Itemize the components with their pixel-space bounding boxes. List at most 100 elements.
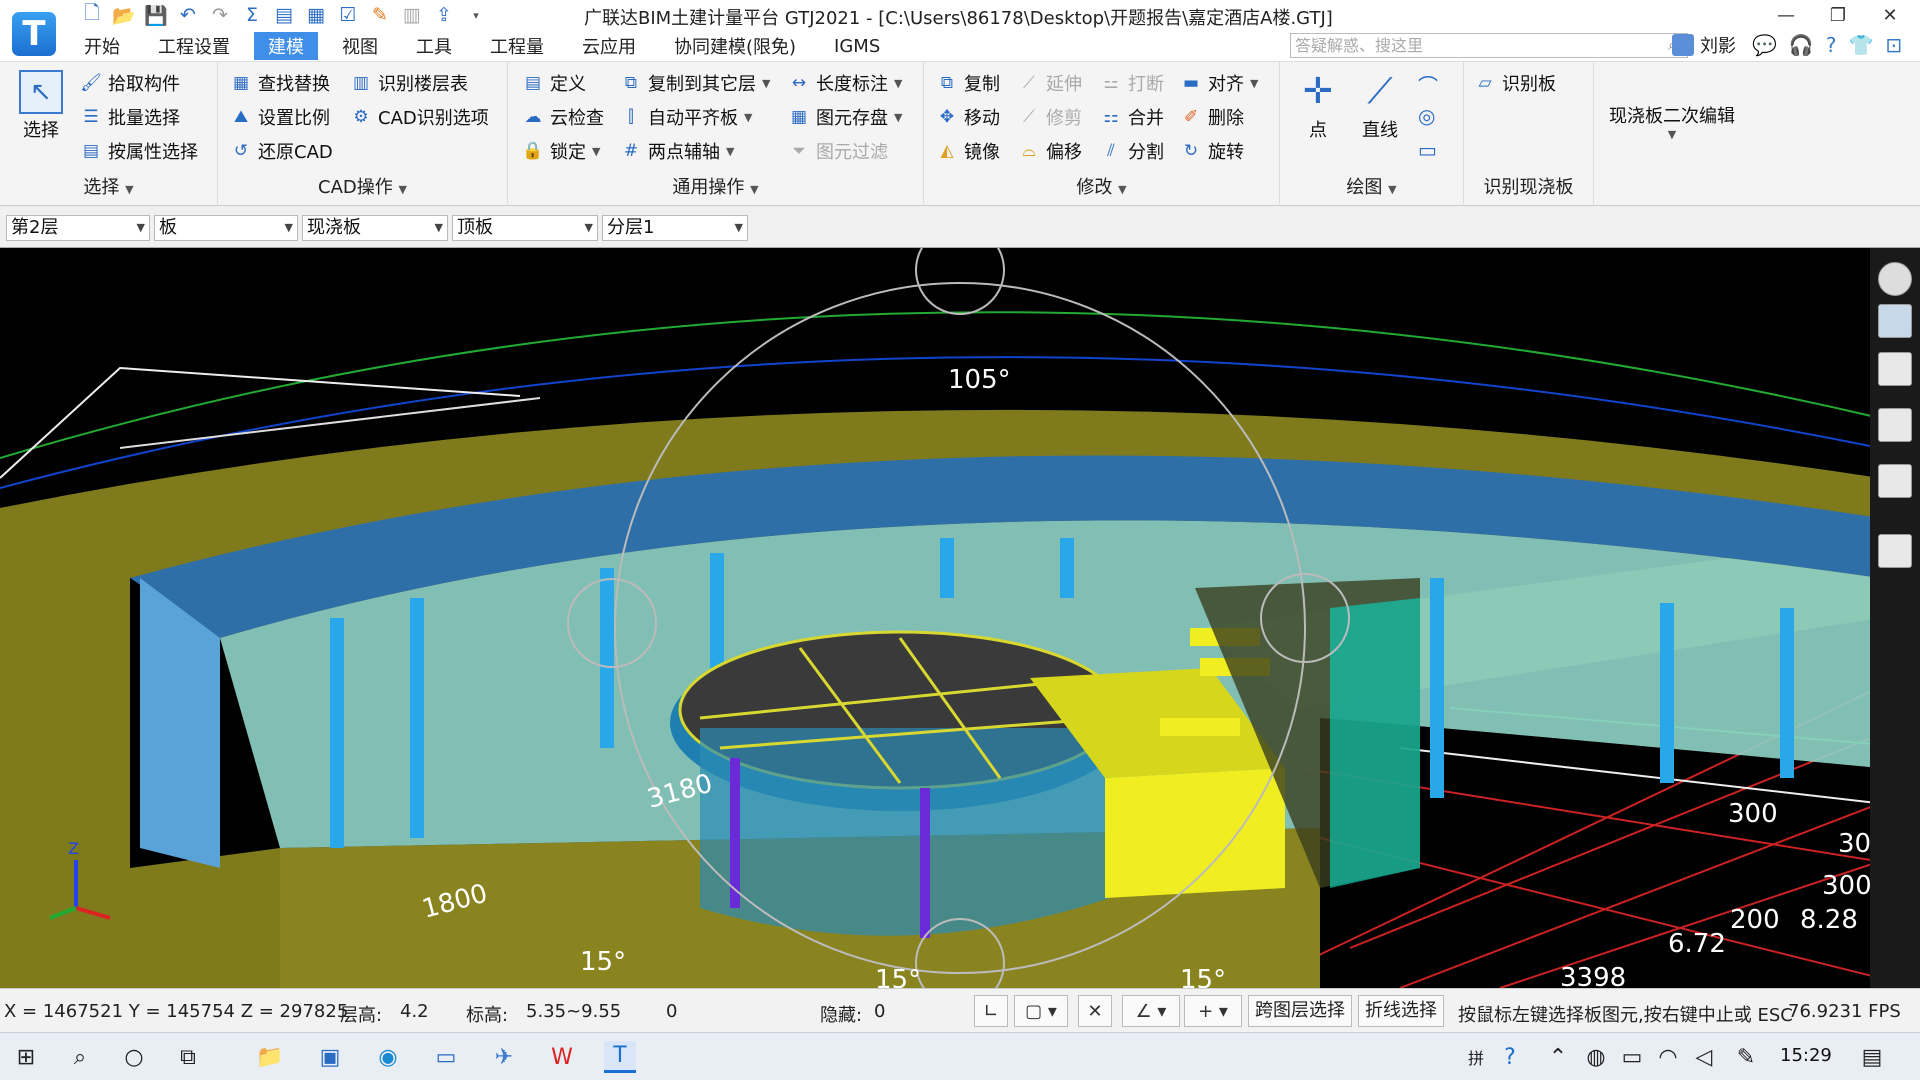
select-by-attribute-button[interactable]: ▤ 按属性选择 [80,138,198,164]
batch-select-button[interactable]: ☰ 批量选择 [80,104,180,130]
pick-component-button[interactable]: 🖌 拾取构件 [80,70,180,96]
feishu-icon[interactable]: ✈ [488,1041,520,1073]
redo-icon[interactable]: ↷ [208,3,232,27]
tab-collab[interactable]: 协同建模(限免) [660,32,810,60]
line-button[interactable]: ⟋ 直线 [1350,68,1410,142]
help-icon[interactable]: ? [1826,33,1837,57]
new-file-icon[interactable]: 🗋 [80,2,104,27]
orthogonal-icon[interactable]: ∟ [974,995,1008,1027]
auto-align-slab-button[interactable]: ⫿ 自动平齐板 ▼ [620,104,752,130]
view-report-icon[interactable]: ▦ [304,3,328,27]
report-icon[interactable]: ▤ [272,3,296,27]
wps-icon[interactable]: W [546,1041,578,1073]
restore-button[interactable]: ❐ [1820,2,1856,28]
merge-button[interactable]: ⚏ 合并 [1100,104,1164,130]
snap-select-icon[interactable]: ▢ ▾ [1014,995,1068,1027]
copy-to-other-floor-button[interactable]: ⧉ 复制到其它层 ▼ [620,70,771,96]
lock-button[interactable]: 🔒 锁定 ▼ [522,138,600,164]
tab-modeling[interactable]: 建模 [254,32,318,60]
find-replace-button[interactable]: ▦ 查找替换 [230,70,330,96]
draw-group-label[interactable]: 绘图 ▼ [1280,173,1463,199]
trim-button[interactable]: ⟋ 修剪 [1018,104,1082,130]
select-group-label[interactable]: 选择 ▼ [0,173,217,199]
app-logo[interactable]: T [12,12,56,56]
offset-button[interactable]: ⌓ 偏移 [1018,138,1082,164]
modify-group-label[interactable]: 修改 ▼ [924,173,1279,199]
search-icon[interactable]: ⌕ [64,1041,96,1073]
message-icon[interactable]: 💬 [1752,33,1777,57]
headset-icon[interactable]: 🎧 [1789,33,1814,57]
qq-icon[interactable]: ◍ [1580,1041,1612,1073]
ime-help-icon[interactable]: ? [1494,1041,1526,1073]
check-icon[interactable]: ☑ [336,3,360,27]
cross-icon[interactable]: ✕ [1078,995,1112,1027]
pen-icon[interactable]: ✎ [1730,1041,1762,1073]
tab-quantities[interactable]: 工程量 [476,32,558,60]
cortana-icon[interactable]: ○ [118,1041,150,1073]
cross-layer-select-button[interactable]: 跨图层选择 [1248,995,1352,1027]
delete-button[interactable]: ✐ 删除 [1180,104,1244,130]
length-dimension-button[interactable]: ↔ 长度标注 ▼ [788,70,903,96]
close-button[interactable]: ✕ [1872,2,1908,28]
tab-igms[interactable]: IGMS [820,32,894,60]
undo-icon[interactable]: ↶ [176,3,200,27]
snap-mode-icon[interactable]: + ▾ [1184,995,1242,1027]
shirt-icon[interactable]: 👕 [1848,33,1873,57]
3d-model-scene[interactable]: 105° 3180 1800 15° 15° 15° 300 300 300 6… [0,248,1920,988]
system-clock[interactable]: 15:29 [1780,1045,1832,1066]
component-type-select[interactable]: 板 ▼ [154,215,298,241]
qat-dropdown-icon[interactable]: ▾ [464,3,488,27]
mirror-button[interactable]: ◭ 镜像 [936,138,1000,164]
open-folder-icon[interactable]: 📂 [112,3,136,27]
tab-tools[interactable]: 工具 [402,32,466,60]
polyline-select-button[interactable]: 折线选择 [1358,995,1444,1027]
volume-icon[interactable]: ◁ [1688,1041,1720,1073]
arc-icon[interactable]: ⌒ [1418,70,1438,99]
chevron-up-icon[interactable]: ⌃ [1542,1041,1574,1073]
element-filter-button[interactable]: ⏷ 图元过滤 [788,138,888,164]
cloud-check-button[interactable]: ☁ 云检查 [522,104,605,130]
windows-start-icon[interactable]: ⊞ [10,1041,42,1073]
cad-identify-options-button[interactable]: ⚙ CAD识别选项 [350,104,488,130]
2d-view-icon[interactable] [1878,304,1912,338]
edge-icon[interactable]: ◉ [372,1041,404,1073]
rectangle-icon[interactable]: ▭ [1418,138,1437,162]
battery-icon[interactable]: ▭ [1616,1041,1648,1073]
notification-icon[interactable]: ▤ [1856,1041,1888,1073]
rotate-button[interactable]: ↻ 旋转 [1180,138,1244,164]
store-icon[interactable]: ▣ [314,1041,346,1073]
collapse-ribbon-icon[interactable]: ⊡ [1885,33,1902,57]
3d-viewport[interactable]: 105° 3180 1800 15° 15° 15° 300 300 300 6… [0,248,1920,988]
tab-start[interactable]: 开始 [70,32,134,60]
define-button[interactable]: ▤ 定义 [522,70,586,96]
two-point-axis-button[interactable]: # 两点辅轴 ▼ [620,138,735,164]
identify-slab-button[interactable]: ▱ 识别板 [1474,70,1556,96]
set-scale-button[interactable]: ⛰ 设置比例 [230,104,330,130]
tab-project-settings[interactable]: 工程设置 [144,32,244,60]
align-button[interactable]: ▬ 对齐 ▼ [1180,70,1259,96]
rotate-view-icon[interactable] [1878,464,1912,498]
wireframe-box-icon[interactable] [1878,408,1912,442]
layer-manager-icon[interactable] [1878,534,1912,568]
pencil-icon[interactable]: ✎ [368,3,392,27]
split-button[interactable]: ⫽ 分割 [1100,138,1164,164]
help-search-input[interactable]: 答疑解惑、搜这里 [1290,33,1688,58]
angle-snap-icon[interactable]: ∠ ▾ [1122,995,1180,1027]
3d-box-icon[interactable] [1878,352,1912,386]
identify-floor-table-button[interactable]: ▥ 识别楼层表 [350,70,468,96]
task-view-icon[interactable]: ⧉ [172,1041,204,1073]
cad-group-label[interactable]: CAD操作 ▼ [218,173,507,199]
tab-view[interactable]: 视图 [328,32,392,60]
orbit-icon[interactable] [1878,262,1912,296]
break-button[interactable]: ⚍ 打断 [1100,70,1164,96]
wifi-icon[interactable]: ◠ [1652,1041,1684,1073]
extend-button[interactable]: ⟋ 延伸 [1018,70,1082,96]
gtj-taskbar-icon[interactable]: T [604,1041,636,1073]
floor-select[interactable]: 第2层 ▼ [6,215,150,241]
restore-cad-button[interactable]: ↺ 还原CAD [230,138,333,164]
general-group-label[interactable]: 通用操作 ▼ [508,173,923,199]
app-window-icon[interactable]: ▭ [430,1041,462,1073]
minimize-button[interactable]: — [1768,2,1804,28]
tab-cloud[interactable]: 云应用 [568,32,650,60]
ime-mode[interactable]: 拼 [1460,1041,1492,1073]
